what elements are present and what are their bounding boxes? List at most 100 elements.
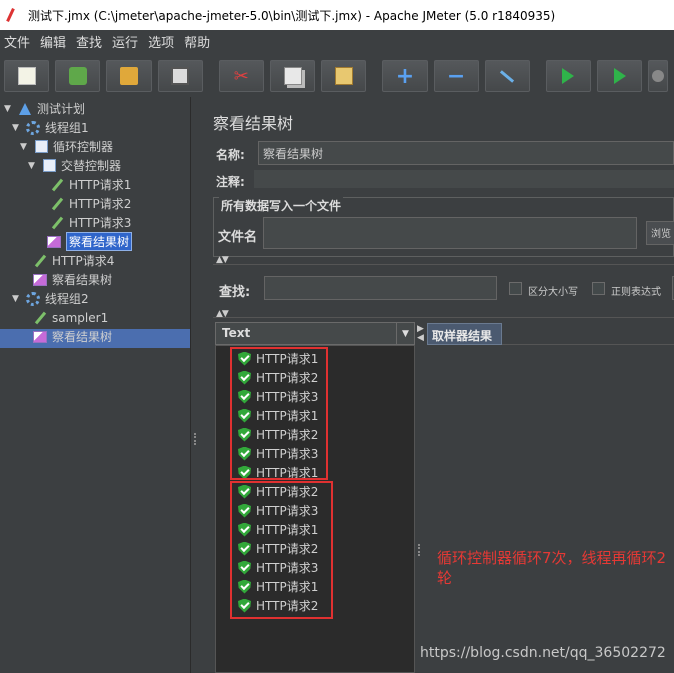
expanded-arrow-icon: ▼ — [4, 103, 11, 114]
templates-button[interactable] — [55, 60, 101, 92]
expanded-arrow-icon: ▼ — [12, 122, 19, 133]
name-field[interactable]: 察看结果树 — [258, 141, 674, 165]
sampler-result-pane — [427, 345, 674, 673]
listener-icon — [46, 234, 62, 250]
tree-label: 线程组1 — [45, 121, 89, 135]
tree-http-request-1[interactable]: HTTP请求1 — [49, 175, 131, 194]
save-button[interactable] — [157, 60, 203, 92]
menu-edit[interactable]: 编辑 — [36, 32, 72, 51]
watermark: https://blog.csdn.net/qq_36502272 — [420, 645, 666, 661]
tree-label: 察看结果树 — [52, 273, 113, 287]
tree-loop-controller[interactable]: ▼ 循环控制器 — [20, 137, 113, 156]
search-input[interactable] — [264, 276, 497, 300]
tree-interleave-controller[interactable]: ▼ 交替控制器 — [28, 156, 121, 175]
paste-icon — [334, 67, 353, 85]
results-split-divider[interactable] — [415, 322, 427, 673]
chevron-down-icon: ▼ — [396, 323, 414, 344]
tree-thread-group-2[interactable]: ▼ 线程组2 — [12, 289, 89, 308]
tree-sampler1[interactable]: sampler1 — [32, 308, 108, 327]
tree-thread-group-1[interactable]: ▼ 线程组1 — [12, 118, 89, 137]
menu-search[interactable]: 查找 — [72, 32, 108, 51]
renderer-select[interactable]: Text ▼ — [215, 322, 415, 345]
search-label: 查找: — [219, 285, 251, 300]
sampler-pen-icon — [32, 253, 48, 269]
tree-label: 交替控制器 — [61, 159, 122, 173]
sampler-pen-icon — [49, 196, 65, 212]
jmeter-feather-icon — [6, 7, 22, 23]
new-button[interactable] — [4, 60, 50, 92]
paste-button[interactable] — [321, 60, 367, 92]
collapse-button[interactable]: − — [433, 60, 479, 92]
drag-grip-icon — [418, 544, 423, 556]
comment-field[interactable] — [254, 170, 674, 188]
case-sensitive-checkbox[interactable] — [509, 282, 522, 295]
tree-http-request-2[interactable]: HTTP请求2 — [49, 194, 131, 213]
listener-icon — [32, 272, 48, 288]
menu-run[interactable]: 运行 — [108, 32, 144, 51]
tree-http-request-4[interactable]: HTTP请求4 — [32, 251, 114, 270]
tree-label: 测试计划 — [37, 102, 86, 116]
loop-controller-icon — [33, 139, 49, 155]
panel-title: 察看结果树 — [213, 114, 294, 133]
cut-button[interactable]: ✂ — [218, 60, 264, 92]
save-icon — [171, 67, 190, 85]
name-label: 名称: — [216, 148, 245, 162]
annotation-text: 循环控制器循环7次，线程再循环2轮 — [437, 549, 667, 587]
drag-grip-icon — [194, 433, 199, 445]
filename-label: 文件名 — [218, 230, 258, 245]
tree-label: HTTP请求4 — [52, 254, 115, 268]
tree-view-results-tree-2[interactable]: 察看结果树 — [32, 270, 112, 289]
sampler-pen-icon — [32, 310, 48, 326]
menu-options[interactable]: 选项 — [144, 32, 180, 51]
start-no-pause-button[interactable] — [597, 60, 643, 92]
listener-icon — [32, 329, 48, 345]
separator — [213, 317, 674, 318]
split-pane-divider[interactable] — [190, 97, 202, 673]
collapse-icon: − — [446, 63, 466, 89]
interleave-controller-icon — [41, 158, 57, 174]
expand-button[interactable]: + — [382, 60, 428, 92]
open-button[interactable] — [106, 60, 152, 92]
menu-help[interactable]: 帮助 — [180, 32, 216, 51]
regex-label: 正则表达式 — [611, 287, 661, 298]
comment-label: 注释: — [216, 175, 245, 189]
copy-button[interactable] — [269, 60, 316, 92]
window-titlebar: 测试下.jmx (C:\jmeter\apache-jmeter-5.0\bin… — [0, 0, 674, 30]
expand-icon: + — [395, 63, 415, 89]
tree-test-plan[interactable]: ▼ 测试计划 — [4, 99, 85, 118]
window-title: 测试下.jmx (C:\jmeter\apache-jmeter-5.0\bin… — [28, 8, 556, 23]
regex-checkbox[interactable] — [592, 282, 605, 295]
separator — [213, 264, 674, 265]
expanded-arrow-icon: ▼ — [12, 293, 19, 304]
expanded-arrow-icon: ▼ — [20, 141, 27, 152]
stop-icon — [652, 70, 665, 82]
tree-view-results-tree-3[interactable]: 察看结果树 — [32, 327, 112, 346]
start-no-pause-icon — [613, 68, 626, 84]
start-icon — [562, 68, 575, 84]
tree-label: 线程组2 — [45, 292, 89, 306]
tree-label: 察看结果树 — [66, 232, 133, 251]
menu-bar: 文件 编辑 查找 运行 选项 帮助 — [0, 30, 674, 52]
tree-http-request-3[interactable]: HTTP请求3 — [49, 213, 131, 232]
tab-sampler-result[interactable]: 取样器结果 — [427, 323, 502, 345]
tree-label: HTTP请求2 — [69, 197, 132, 211]
menu-file[interactable]: 文件 — [0, 32, 36, 51]
case-sensitive-label: 区分大小写 — [528, 287, 578, 298]
tree-label: HTTP请求1 — [69, 178, 132, 192]
divider-arrows-icon[interactable]: ▶ ◀ — [417, 325, 424, 343]
start-button[interactable] — [545, 60, 592, 92]
toggle-button[interactable] — [484, 60, 530, 92]
renderer-value: Text — [222, 326, 251, 340]
toolbar: ✂ + − — [0, 55, 674, 97]
copy-icon — [283, 67, 302, 85]
gear-icon — [25, 291, 41, 307]
filename-field[interactable] — [263, 217, 637, 249]
browse-button[interactable]: 浏览 — [646, 221, 674, 245]
new-icon — [17, 67, 36, 85]
tree-label: sampler1 — [52, 310, 109, 325]
annotation-box-round-2 — [230, 481, 333, 619]
tree-view-results-tree-selected[interactable]: 察看结果树 — [46, 232, 133, 251]
stop-button[interactable] — [648, 60, 668, 92]
tree-label: 察看结果树 — [52, 330, 113, 344]
sampler-pen-icon — [49, 177, 65, 193]
